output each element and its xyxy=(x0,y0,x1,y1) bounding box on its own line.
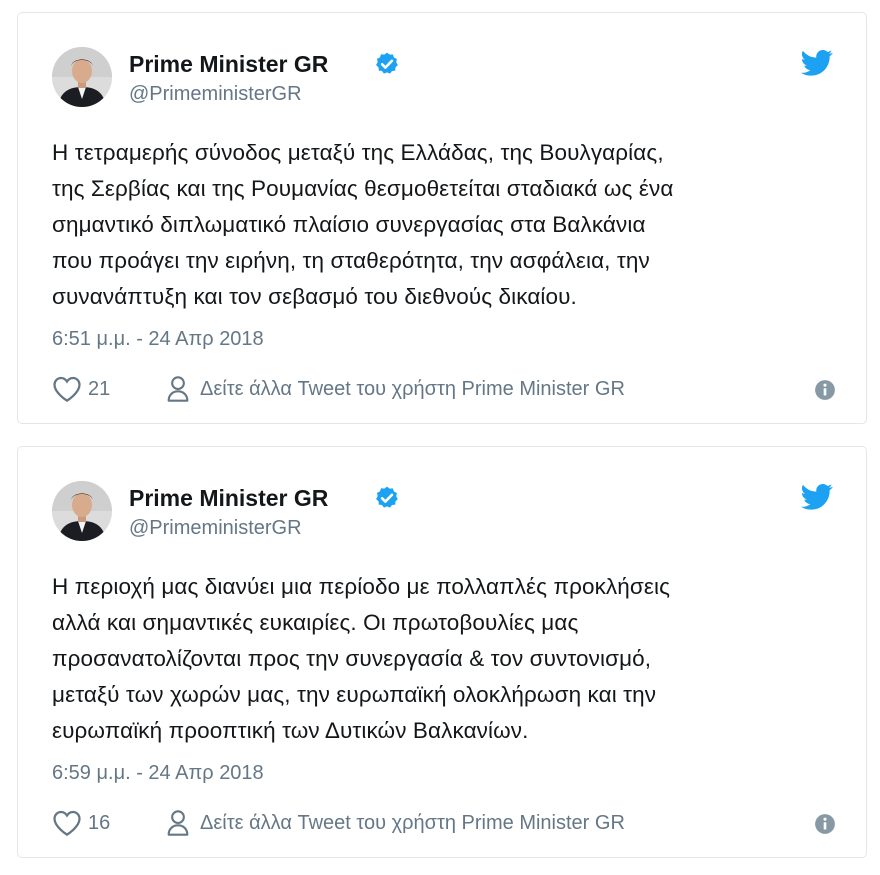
more-tweets-label: Δείτε άλλα Tweet του χρήστη Prime Minist… xyxy=(200,811,625,834)
verified-badge-icon xyxy=(376,52,398,74)
avatar[interactable] xyxy=(52,481,112,541)
heart-icon xyxy=(53,376,81,402)
more-tweets-label: Δείτε άλλα Tweet του χρήστη Prime Minist… xyxy=(200,377,625,400)
tweet-timestamp[interactable]: 6:59 μ.μ. - 24 Απρ 2018 xyxy=(52,762,264,785)
person-icon xyxy=(167,376,189,402)
tweet-text-line: σημαντικό διπλωματικό πλαίσιο συνεργασία… xyxy=(52,212,646,237)
tweet-text-line: της Σερβίας και της Ρουμανίας θεσμοθετεί… xyxy=(52,176,674,201)
author-name[interactable]: Prime Minister GR xyxy=(129,51,328,78)
twitter-bird-icon[interactable] xyxy=(801,483,833,511)
more-tweets-link[interactable]: Δείτε άλλα Tweet του χρήστη Prime Minist… xyxy=(166,809,625,837)
avatar[interactable] xyxy=(52,47,112,107)
tweet-text-line: προσανατολίζονται προς την συνεργασία & … xyxy=(52,646,652,671)
tweet-text: Η περιοχή μας διανύει μια περίοδο με πολ… xyxy=(52,569,842,749)
like-count: 16 xyxy=(88,811,111,834)
twitter-bird-icon[interactable] xyxy=(801,49,833,77)
tweet-text-line: συνανάπτυξη και τον σεβασμό του διεθνούς… xyxy=(52,284,577,309)
like-button[interactable]: 16 xyxy=(52,809,110,837)
tweet-card: Prime Minister GR @PrimeministerGR Η περ… xyxy=(17,446,867,858)
tweet-text-line: αλλά και σημαντικές ευκαιρίες. Οι πρωτοβ… xyxy=(52,610,579,635)
verified-badge-icon xyxy=(376,486,398,508)
tweet-actions: 21 Δείτε άλλα Tweet του χρήστη Prime Min… xyxy=(52,375,836,405)
tweet-timestamp[interactable]: 6:51 μ.μ. - 24 Απρ 2018 xyxy=(52,328,264,351)
author-handle[interactable]: @PrimeministerGR xyxy=(129,83,302,106)
person-icon xyxy=(167,810,189,836)
tweet-text-line: Η περιοχή μας διανύει μια περίοδο με πολ… xyxy=(52,574,671,599)
heart-icon xyxy=(53,810,81,836)
tweet-text-line: που προάγει την ειρήνη, τη σταθερότητα, … xyxy=(52,248,650,273)
tweet-text-line: ευρωπαϊκή προοπτική των Δυτικών Βαλκανίω… xyxy=(52,718,529,743)
tweet-card: Prime Minister GR @PrimeministerGR Η τετ… xyxy=(17,12,867,424)
tweet-text: Η τετραμερής σύνοδος μεταξύ της Ελλάδας,… xyxy=(52,135,842,315)
like-button[interactable]: 21 xyxy=(52,375,110,403)
tweet-actions: 16 Δείτε άλλα Tweet του χρήστη Prime Min… xyxy=(52,809,836,839)
like-count: 21 xyxy=(88,377,111,400)
info-icon[interactable] xyxy=(814,813,836,835)
tweet-text-line: μεταξύ των χωρών μας, την ευρωπαϊκή ολοκ… xyxy=(52,682,657,707)
author-handle[interactable]: @PrimeministerGR xyxy=(129,517,302,540)
more-tweets-link[interactable]: Δείτε άλλα Tweet του χρήστη Prime Minist… xyxy=(166,375,625,403)
author-name[interactable]: Prime Minister GR xyxy=(129,485,328,512)
info-icon[interactable] xyxy=(814,379,836,401)
tweet-text-line: Η τετραμερής σύνοδος μεταξύ της Ελλάδας,… xyxy=(52,140,664,165)
